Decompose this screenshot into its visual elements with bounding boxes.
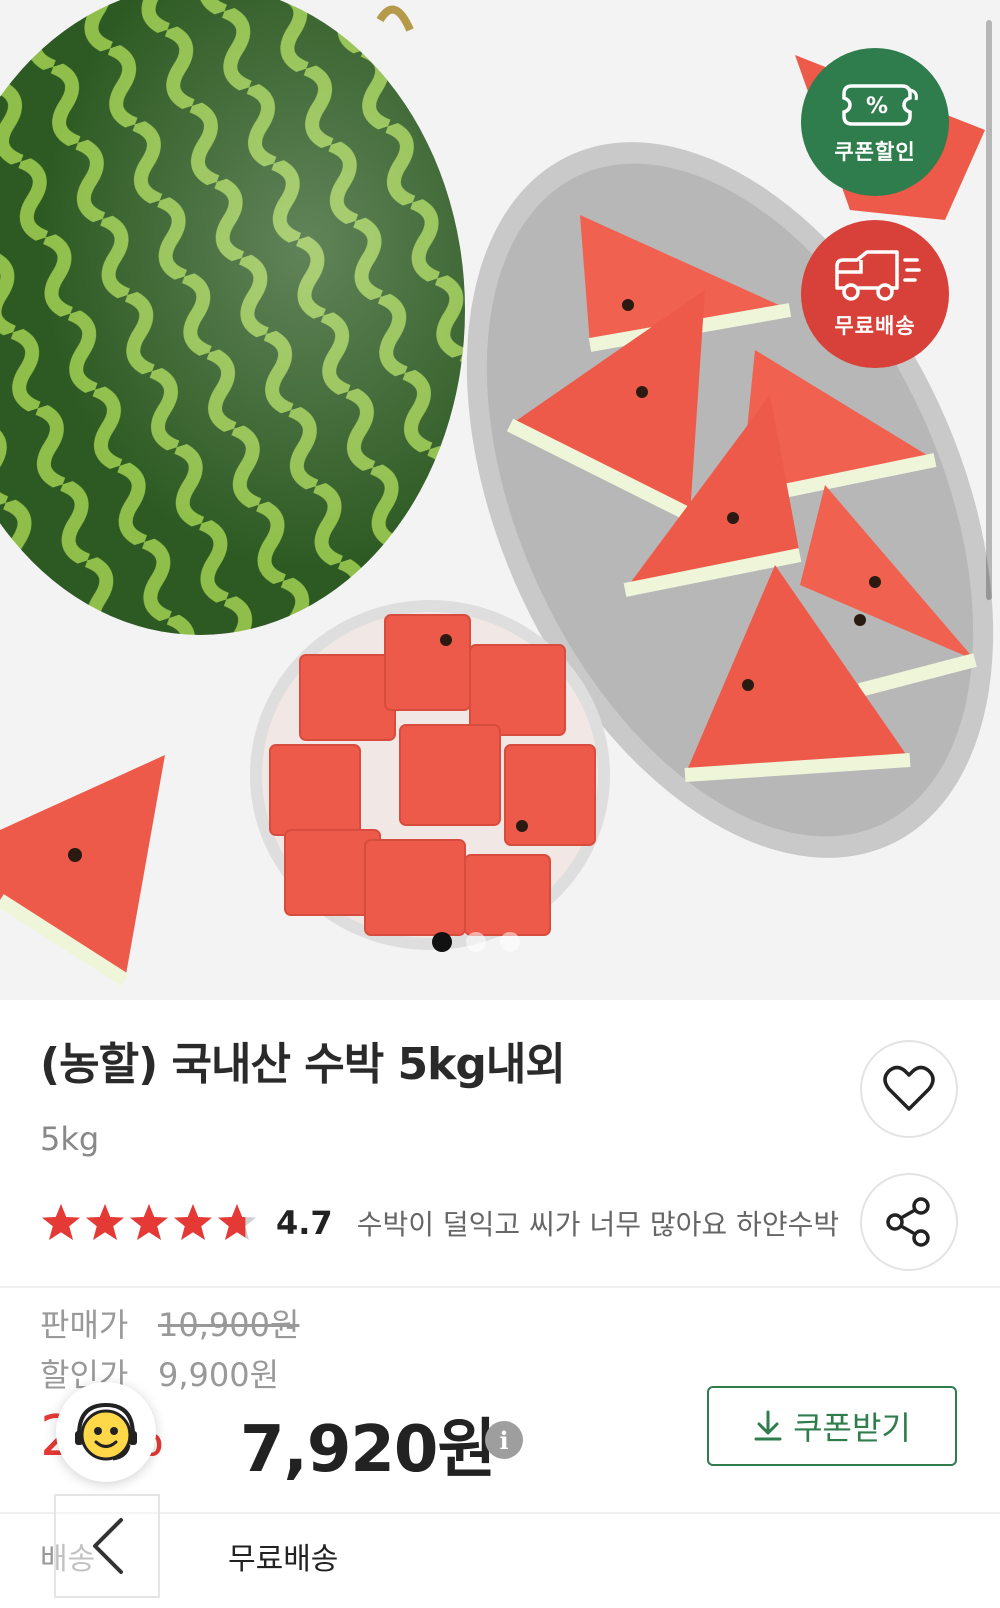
original-price: 10,900원 [158,1306,300,1344]
star-icon [42,1204,80,1240]
product-option: 5kg [40,1120,100,1158]
like-button[interactable] [860,1040,958,1138]
delivery-value: 무료배송 [228,1542,339,1577]
get-coupon-button[interactable]: 쿠폰받기 [707,1386,957,1466]
carousel-dot-active[interactable] [432,932,452,952]
percent-ticket-icon: % [842,84,918,126]
discount-price-row: 할인가 9,900원 [40,1350,279,1396]
customer-service-button[interactable] [56,1382,156,1482]
page-scrollbar[interactable] [986,20,992,600]
badge-coupon-label: 쿠폰할인 [834,140,916,164]
star-icon [130,1204,168,1240]
chevron-left-icon [93,1518,123,1574]
download-arrow-icon [754,1410,782,1441]
share-icon [886,1197,930,1247]
carousel-dot[interactable] [466,932,486,952]
star-icon [86,1204,124,1240]
get-coupon-label: 쿠폰받기 [793,1410,911,1446]
badge-shipping-label: 무료배송 [834,314,916,338]
heart-icon [883,1065,935,1111]
svg-text:%: % [866,94,888,119]
section-divider [0,1286,1000,1288]
product-title: (농할) 국내산 수박 5kg내외 [40,1039,566,1090]
final-price: 7,920원 [240,1413,496,1487]
review-snippet[interactable]: 수박이 덜익고 씨가 너무 많아요 하얀수박 [357,1203,840,1243]
discount-price: 9,900원 [158,1356,280,1394]
carousel-indicator [432,932,520,952]
sale-price-label: 판매가 [40,1306,129,1344]
rating-value: 4.7 [276,1204,333,1242]
star-icon [174,1204,212,1240]
share-button[interactable] [860,1173,958,1271]
product-image-carousel[interactable]: % 쿠폰할인 무료배송 [0,0,1000,1000]
back-button[interactable] [54,1494,160,1598]
headset-smiley-icon [75,1402,137,1461]
rating-summary[interactable]: 4.7 수박이 덜익고 씨가 너무 많아요 하얀수박 [40,1198,840,1248]
free-shipping-badge: 무료배송 [801,220,949,368]
delivery-truck-icon [835,250,921,301]
sale-price-row: 판매가 10,900원 [40,1300,299,1346]
price-info-icon[interactable]: i [485,1421,523,1459]
star-rating [40,1202,258,1244]
star-icon [218,1204,256,1240]
carousel-dot[interactable] [500,932,520,952]
coupon-discount-badge: % 쿠폰할인 [801,48,949,196]
